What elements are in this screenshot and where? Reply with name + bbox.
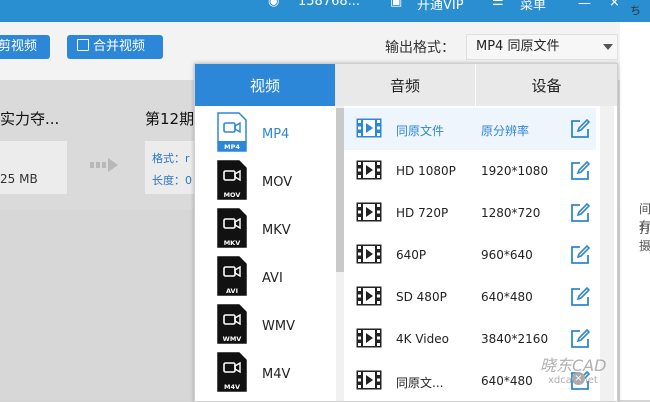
file-info-box — [0, 141, 67, 194]
output-format-label: 输出格式： — [385, 40, 455, 56]
format-item[interactable]: MOV MOV — [195, 160, 336, 206]
cut-video-button[interactable]: 剪视频 — [0, 35, 50, 59]
resolution-size: 640*480 — [481, 374, 533, 388]
format-badge: AVI — [226, 287, 238, 295]
title-bar: ◉ 158768... ▣ 开通VIP ☰ 菜单 — × ち — [0, 0, 650, 22]
account-icon[interactable]: ◉ — [268, 0, 279, 9]
merge-video-label: 合并视频 — [93, 39, 146, 54]
account-name[interactable]: 158768... — [298, 0, 360, 9]
watermark-text: 晓东CAD — [540, 356, 607, 375]
resolution-item[interactable]: SD 480P 640*480 — [344, 276, 596, 318]
format-item[interactable]: MP4 MP4 — [195, 112, 336, 158]
resolution-name: 640P — [396, 248, 427, 262]
side-text: 打摄 — [639, 222, 650, 253]
merge-video-button[interactable]: 合并视频 — [67, 35, 163, 59]
format-label: MP4 — [262, 127, 290, 142]
resolution-size: 1920*1080 — [481, 164, 549, 178]
format-badge: M4V — [224, 383, 240, 391]
film-icon — [356, 328, 382, 348]
format-label: WMV — [262, 319, 295, 334]
film-icon — [356, 286, 382, 306]
video-file-icon: MP4 — [217, 112, 247, 152]
edit-icon[interactable] — [570, 329, 590, 349]
menu-button[interactable]: 菜单 — [520, 0, 546, 13]
format-label: M4V — [262, 367, 291, 382]
minimize-button[interactable]: — — [578, 0, 591, 11]
film-icon — [356, 202, 382, 222]
convert-arrow-icon — [90, 158, 118, 172]
file-title: 第12期 — [145, 110, 195, 128]
resolution-name: 同原文件 — [396, 124, 445, 138]
resolution-name: HD 1080P — [396, 164, 456, 178]
resolution-item[interactable]: 640P 960*640 — [344, 234, 596, 276]
video-file-icon: MKV — [217, 208, 247, 248]
resolution-item[interactable]: HD 720P 1280*720 — [344, 192, 596, 234]
format-badge: MKV — [224, 239, 241, 247]
format-tabs: 视频 音频 设备 — [195, 64, 617, 106]
output-format-select[interactable]: MP4 同原文件 — [466, 34, 618, 60]
format-label: MOV — [262, 175, 293, 190]
corner-text: ち — [630, 4, 641, 17]
tab-audio[interactable]: 音频 — [335, 64, 476, 106]
merge-icon — [77, 39, 89, 51]
format-label: MKV — [262, 223, 291, 238]
resolution-name: SD 480P — [396, 290, 447, 304]
edit-icon[interactable] — [570, 287, 590, 307]
output-format-value: MP4 同原文件 — [476, 39, 560, 54]
close-button[interactable]: × — [609, 0, 620, 10]
format-badge: MP4 — [224, 143, 240, 151]
format-item[interactable]: AVI AVI — [195, 256, 336, 302]
edit-icon[interactable] — [570, 161, 590, 181]
edit-icon[interactable] — [570, 203, 590, 223]
vip-icon[interactable]: ▣ — [390, 0, 402, 9]
resolution-name: HD 720P — [396, 206, 449, 220]
edit-icon[interactable] — [570, 119, 590, 139]
film-icon — [356, 244, 382, 264]
video-file-icon: MOV — [217, 160, 247, 200]
resolution-size: 640*480 — [481, 290, 533, 304]
file-length-meta: 长度：0 — [152, 174, 192, 187]
file-format-meta: 格式：r — [152, 152, 190, 165]
format-badge: WMV — [223, 335, 242, 343]
tab-device[interactable]: 设备 — [476, 64, 617, 106]
file-title: 实力夺... — [0, 110, 60, 128]
tab-video[interactable]: 视频 — [195, 64, 335, 106]
chevron-down-icon — [603, 44, 613, 50]
format-item[interactable]: WMV WMV — [195, 304, 336, 350]
format-list-scrollbar[interactable] — [336, 106, 344, 401]
edit-icon[interactable] — [570, 245, 590, 265]
format-badge: MOV — [224, 191, 241, 199]
resolution-name: 同原文... — [396, 376, 444, 390]
resolution-size: 1280*720 — [481, 206, 541, 220]
video-file-icon: WMV — [217, 304, 247, 344]
vip-button[interactable]: 开通VIP — [417, 0, 464, 13]
resolution-size: 960*640 — [481, 248, 533, 262]
resolution-name: 4K Video — [396, 332, 449, 346]
resolution-size: 原分辨率 — [481, 124, 530, 138]
cut-video-label: 剪视频 — [0, 39, 38, 54]
film-icon — [356, 370, 382, 390]
resolution-item[interactable]: 同原文件 原分辨率 — [344, 108, 596, 150]
format-list: MP4 MP4 MOV MOV MKV MKV AVI AVI WMV WMV M4V M4V — [195, 106, 336, 401]
video-file-icon: AVI — [217, 256, 247, 296]
menu-icon[interactable]: ☰ — [492, 0, 504, 9]
file-size: 25 MB — [0, 172, 38, 186]
format-label: AVI — [262, 271, 283, 286]
close-circle-icon[interactable]: × — [572, 372, 585, 385]
resolution-item[interactable]: HD 1080P 1920*1080 — [344, 150, 596, 192]
format-item[interactable]: M4V M4V — [195, 352, 336, 398]
video-file-icon: M4V — [217, 352, 247, 392]
resolution-size: 3840*2160 — [481, 332, 549, 346]
scrollbar-thumb[interactable] — [336, 108, 344, 272]
format-item[interactable]: MKV MKV — [195, 208, 336, 254]
film-icon — [356, 160, 382, 180]
film-icon — [356, 118, 382, 138]
